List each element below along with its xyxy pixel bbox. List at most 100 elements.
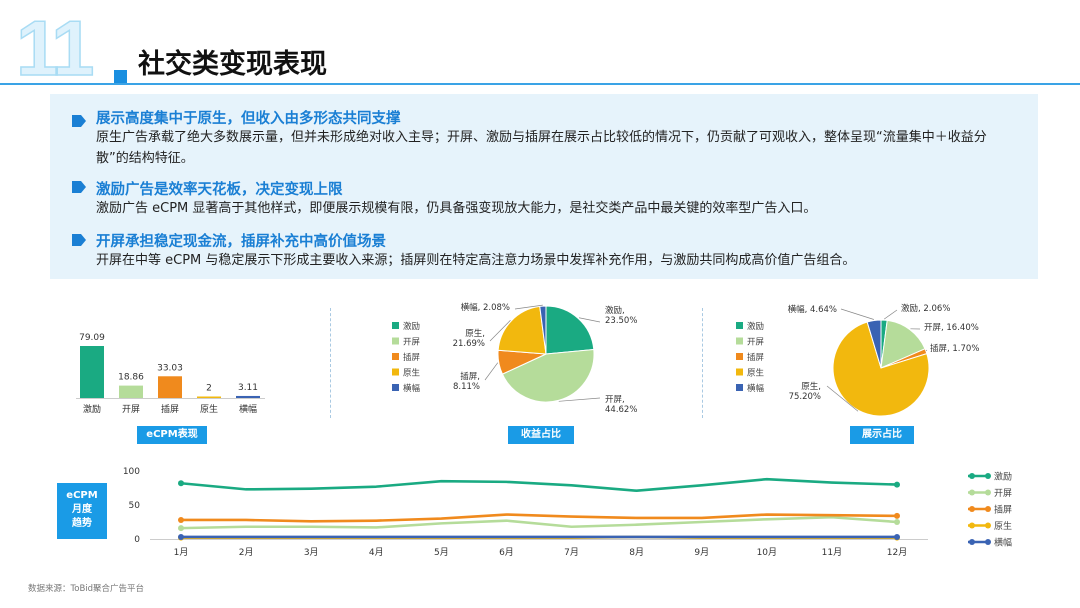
legend-label: 激励 — [747, 321, 764, 332]
ecpm-chart-tag: eCPM表现 — [137, 426, 207, 444]
bar-原生 — [197, 396, 221, 398]
pie-data-label: 插屏, 1.70% — [930, 343, 979, 354]
legend-swatch-激励 — [392, 322, 399, 329]
series-point — [894, 533, 900, 540]
bar-value-label: 79.09 — [79, 333, 105, 343]
header-rule — [0, 83, 1080, 85]
x-tick-label: 6月 — [499, 547, 514, 558]
legend-swatch-横幅 — [392, 384, 399, 391]
summary-body: 原生广告承载了绝大多数展示量，但并未形成绝对收入主导；开屏、激励与插屏在展示占比… — [96, 130, 987, 166]
bullet-arrow-icon — [72, 181, 86, 193]
legend-marker — [969, 489, 975, 496]
revenue-share-pie-chart: 激励开屏插屏原生横幅 激励, 23.50% 开屏, 44.62% 插屏, 8.11% 原生, 2… — [392, 302, 637, 415]
pie-data-label: 横幅, 4.64% — [788, 304, 837, 315]
bar-value-label: 18.86 — [118, 373, 144, 383]
legend-label: 开屏 — [747, 338, 765, 348]
series-point — [178, 533, 184, 540]
legend-label: 开屏 — [994, 488, 1012, 499]
category-tick-label: 横幅 — [239, 403, 257, 415]
bullet-arrow-icon — [72, 115, 86, 127]
legend-label: 激励 — [403, 321, 420, 332]
series-line-开屏 — [180, 515, 898, 530]
legend-swatch-插屏 — [392, 353, 399, 360]
series-point — [178, 516, 184, 523]
x-tick-label: 9月 — [694, 547, 709, 558]
title-marker — [114, 70, 127, 83]
summary-heading: 展示高度集中于原生，但收入由多形态共同支撑 — [96, 111, 401, 127]
legend-swatch-原生 — [392, 368, 399, 376]
pie-slice-原生 — [497, 305, 547, 355]
series-point — [178, 525, 184, 532]
pie-data-label: 原生, 21.69% — [453, 328, 485, 349]
x-tick-label: 8月 — [629, 547, 644, 558]
ecpm-monthly-line-chart: 0 50 100 1月 2月 3月 4月 5月 6月 7月 8月 9月 10月 11月 12月 激励开屏插屏原… — [123, 467, 1012, 558]
slide: 11 社交类变现表现 展示高度集中于原生，但收入由多形态共同支撑 原生广告承载了… — [0, 0, 1080, 608]
summary-panel: 展示高度集中于原生，但收入由多形态共同支撑 原生广告承载了绝大多数展示量，但并未… — [50, 94, 1038, 279]
legend-label: 激励 — [994, 471, 1012, 483]
pie-data-label: 激励, 2.06% — [901, 303, 950, 314]
x-tick-label: 7月 — [564, 547, 579, 558]
legend-marker — [969, 506, 975, 512]
legend-marker — [985, 506, 991, 512]
summary-heading: 激励广告是效率天花板，决定变现上限 — [96, 182, 343, 198]
x-tick-label: 2月 — [239, 547, 254, 558]
legend-label: 原生 — [747, 368, 765, 379]
series-point — [178, 480, 184, 487]
category-tick-label: 开屏 — [122, 404, 140, 415]
legend-label: 原生 — [994, 520, 1012, 532]
legend-label: 插屏 — [747, 352, 765, 363]
legend-swatch-开屏 — [392, 337, 399, 345]
pie-data-label: 激励, 23.50% — [605, 305, 637, 326]
series-point — [894, 481, 900, 488]
legend-swatch-横幅 — [736, 384, 743, 391]
bar-value-label: 3.11 — [238, 383, 258, 393]
series-point — [894, 519, 900, 525]
x-tick-label: 11月 — [822, 547, 842, 558]
legend-label: 原生 — [403, 368, 421, 379]
bar-value-label: 33.03 — [157, 363, 183, 373]
x-tick-label: 12月 — [887, 547, 907, 558]
data-source-note: 数据来源：ToBid聚合广告平台 — [28, 584, 145, 594]
legend-label: 开屏 — [403, 338, 421, 348]
pie-data-label: 插屏, 8.11% — [453, 371, 480, 392]
pie-label-leader — [484, 362, 499, 381]
summary-body: 开屏在中等 eCPM 与稳定展示下形成主要收入来源；插屏则在特定高注意力场景中发… — [96, 253, 856, 268]
section-number: 11 — [15, 4, 95, 92]
x-tick-label: 3月 — [304, 547, 319, 558]
legend-marker — [969, 539, 975, 545]
pie-slice-激励 — [545, 305, 595, 355]
legend-marker — [985, 539, 991, 545]
pie-data-label: 原生, 75.20% — [789, 381, 821, 402]
y-tick-label: 50 — [129, 501, 141, 511]
legend-swatch-激励 — [736, 322, 743, 329]
display-chart-tag: 展示占比 — [850, 426, 914, 444]
series-point — [894, 512, 900, 519]
ecpm-bar-chart: 79.09 激励 18.86 开屏 33.03 插屏 2 原生 3.11 横幅 — [76, 333, 265, 415]
y-tick-label: 0 — [134, 535, 140, 545]
legend-label: 横幅 — [747, 383, 765, 394]
legend-marker — [969, 473, 975, 479]
chart-divider — [330, 308, 331, 418]
legend-label: 横幅 — [994, 537, 1012, 549]
pie-label-leader — [578, 317, 601, 323]
series-line-激励 — [180, 477, 898, 493]
bullet-arrow-icon — [72, 234, 86, 246]
legend-marker — [969, 522, 975, 529]
legend-marker — [985, 489, 991, 496]
display-share-pie-chart: 激励开屏插屏原生横幅 激励, 2.06% 开屏, 16.40% 插屏, 1.70% 原生… — [736, 303, 979, 417]
page-title: 社交类变现表现 — [138, 49, 327, 80]
x-tick-label: 5月 — [434, 547, 449, 558]
legend-marker — [985, 522, 991, 529]
y-tick-label: 100 — [123, 467, 140, 477]
x-tick-label: 1月 — [174, 547, 189, 558]
legend-label: 横幅 — [403, 383, 421, 394]
pie-data-label: 开屏, 44.62% — [605, 395, 637, 415]
legend-label: 插屏 — [403, 352, 421, 363]
bar-横幅 — [236, 395, 260, 398]
pie-label-leader — [883, 309, 898, 320]
bar-开屏 — [119, 385, 143, 398]
x-tick-label: 4月 — [369, 547, 384, 558]
pie-data-label: 横幅, 2.08% — [461, 302, 510, 313]
legend-label: 插屏 — [994, 504, 1012, 516]
trend-chart-tag: eCPM 月度 趋势 — [57, 483, 107, 539]
